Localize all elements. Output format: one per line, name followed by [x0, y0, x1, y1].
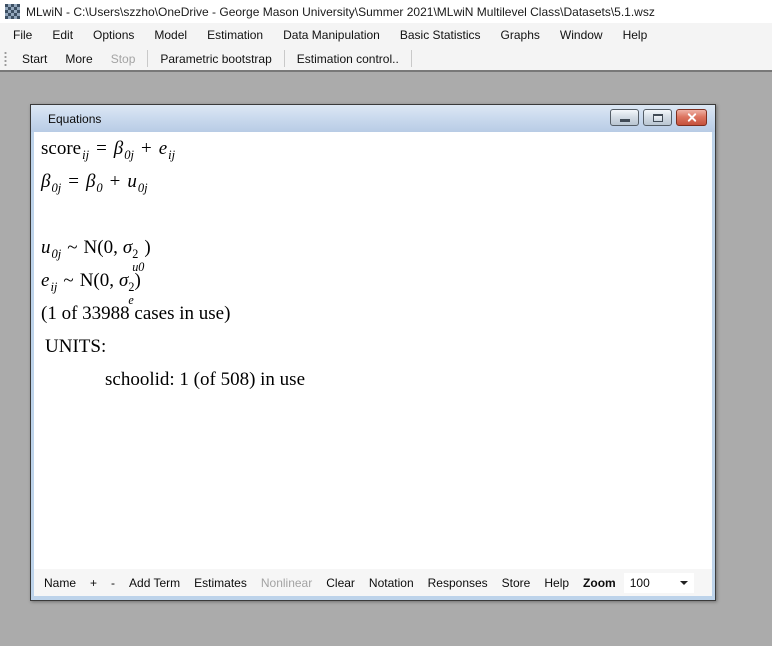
eq-operator: =: [96, 138, 107, 159]
add-level-button[interactable]: +: [83, 572, 104, 594]
toolbar-separator: [147, 50, 148, 67]
minimize-button[interactable]: [610, 109, 639, 126]
eq-term: score: [41, 138, 81, 159]
menu-model[interactable]: Model: [144, 24, 197, 46]
equations-bottom-toolbar: Name + - Add Term Estimates Nonlinear Cl…: [34, 569, 712, 596]
eq-term: N(0,: [80, 270, 114, 291]
zoom-dropdown[interactable]: 100: [624, 573, 694, 593]
help-button[interactable]: Help: [537, 572, 576, 594]
equations-window-title: Equations: [48, 112, 101, 126]
estimation-toolbar: Start More Stop Parametric bootstrap Est…: [0, 47, 772, 72]
store-button[interactable]: Store: [495, 572, 538, 594]
responses-button[interactable]: Responses: [421, 572, 495, 594]
eq-operator: +: [141, 138, 152, 159]
equation-line-u-distribution[interactable]: u0j~N(0,σ2u0): [34, 231, 712, 264]
eq-term: σ: [119, 270, 128, 291]
toolbar-separator: [284, 50, 285, 67]
menu-file[interactable]: File: [3, 24, 42, 46]
chevron-down-icon: [680, 581, 688, 585]
close-button[interactable]: [676, 109, 707, 126]
app-icon[interactable]: [5, 4, 20, 19]
eq-term: σ: [123, 237, 132, 258]
units-label: UNITS:: [34, 330, 712, 363]
eq-subscript: ij: [82, 148, 89, 162]
remove-level-button[interactable]: -: [104, 572, 122, 594]
app-title: MLwiN - C:\Users\szzho\OneDrive - George…: [26, 5, 655, 19]
maximize-icon: [653, 114, 663, 122]
eq-term: u: [127, 171, 137, 192]
eq-term: u: [41, 237, 51, 258]
clear-button[interactable]: Clear: [319, 572, 362, 594]
eq-subscript: 0j: [52, 247, 62, 261]
estimates-button[interactable]: Estimates: [187, 572, 254, 594]
units-text: UNITS:: [45, 336, 106, 357]
eq-term: N(0,: [84, 237, 118, 258]
equation-line-score[interactable]: scoreij=β0j+eij: [34, 132, 712, 165]
stop-button: Stop: [102, 48, 145, 70]
nonlinear-button: Nonlinear: [254, 572, 319, 594]
notation-button[interactable]: Notation: [362, 572, 421, 594]
eq-term: e: [41, 270, 49, 291]
add-term-button[interactable]: Add Term: [122, 572, 187, 594]
start-button[interactable]: Start: [13, 48, 56, 70]
toolbar-separator: [411, 50, 412, 67]
eq-subscript: 0j: [124, 148, 134, 162]
equations-window: Equations scoreij=β0j+eij β0j=β0+u0j u0j…: [30, 104, 716, 601]
menu-help[interactable]: Help: [613, 24, 658, 46]
eq-subscript: ij: [168, 148, 175, 162]
equation-line-e-distribution[interactable]: eij~N(0,σ2e): [34, 264, 712, 297]
minimize-icon: [620, 119, 630, 122]
eq-operator: ~: [63, 270, 73, 291]
eq-term: ): [144, 237, 150, 258]
toolbar-grip[interactable]: [4, 51, 7, 67]
cases-in-use-text: (1 of 33988 cases in use): [34, 297, 712, 330]
menu-estimation[interactable]: Estimation: [197, 24, 273, 46]
eq-operator: +: [110, 171, 121, 192]
zoom-value: 100: [630, 576, 650, 590]
eq-operator: =: [68, 171, 79, 192]
maximize-button[interactable]: [643, 109, 672, 126]
eq-subscript: ij: [50, 280, 57, 294]
menu-window[interactable]: Window: [550, 24, 613, 46]
eq-operator: ~: [67, 237, 77, 258]
eq-subscript: 0j: [138, 181, 148, 195]
schoolid-text: schoolid: 1 (of 508) in use: [105, 369, 305, 390]
equations-content: scoreij=β0j+eij β0j=β0+u0j u0j~N(0,σ2u0)…: [34, 132, 712, 569]
eq-term: β: [86, 171, 95, 192]
eq-term: β: [114, 138, 123, 159]
equation-spacer: [34, 198, 712, 231]
menu-data-manipulation[interactable]: Data Manipulation: [273, 24, 390, 46]
parametric-bootstrap-button[interactable]: Parametric bootstrap: [151, 48, 280, 70]
cases-text: (1 of 33988 cases in use): [41, 303, 230, 324]
equation-line-beta[interactable]: β0j=β0+u0j: [34, 165, 712, 198]
menu-edit[interactable]: Edit: [42, 24, 83, 46]
eq-subscript: 0: [96, 181, 102, 195]
window-controls: [610, 109, 707, 126]
menu-options[interactable]: Options: [83, 24, 144, 46]
more-button[interactable]: More: [56, 48, 101, 70]
menubar: File Edit Options Model Estimation Data …: [0, 23, 772, 47]
eq-subscript: 0j: [51, 181, 61, 195]
eq-term: e: [159, 138, 167, 159]
estimation-control-button[interactable]: Estimation control..: [288, 48, 408, 70]
eq-term: ): [134, 270, 140, 291]
app-titlebar: MLwiN - C:\Users\szzho\OneDrive - George…: [0, 0, 772, 23]
name-button[interactable]: Name: [37, 572, 83, 594]
zoom-label: Zoom: [576, 572, 620, 594]
schoolid-units-text: schoolid: 1 (of 508) in use: [34, 363, 712, 396]
menu-basic-statistics[interactable]: Basic Statistics: [390, 24, 491, 46]
menu-graphs[interactable]: Graphs: [491, 24, 550, 46]
close-icon: [686, 112, 697, 123]
eq-term: β: [41, 171, 50, 192]
